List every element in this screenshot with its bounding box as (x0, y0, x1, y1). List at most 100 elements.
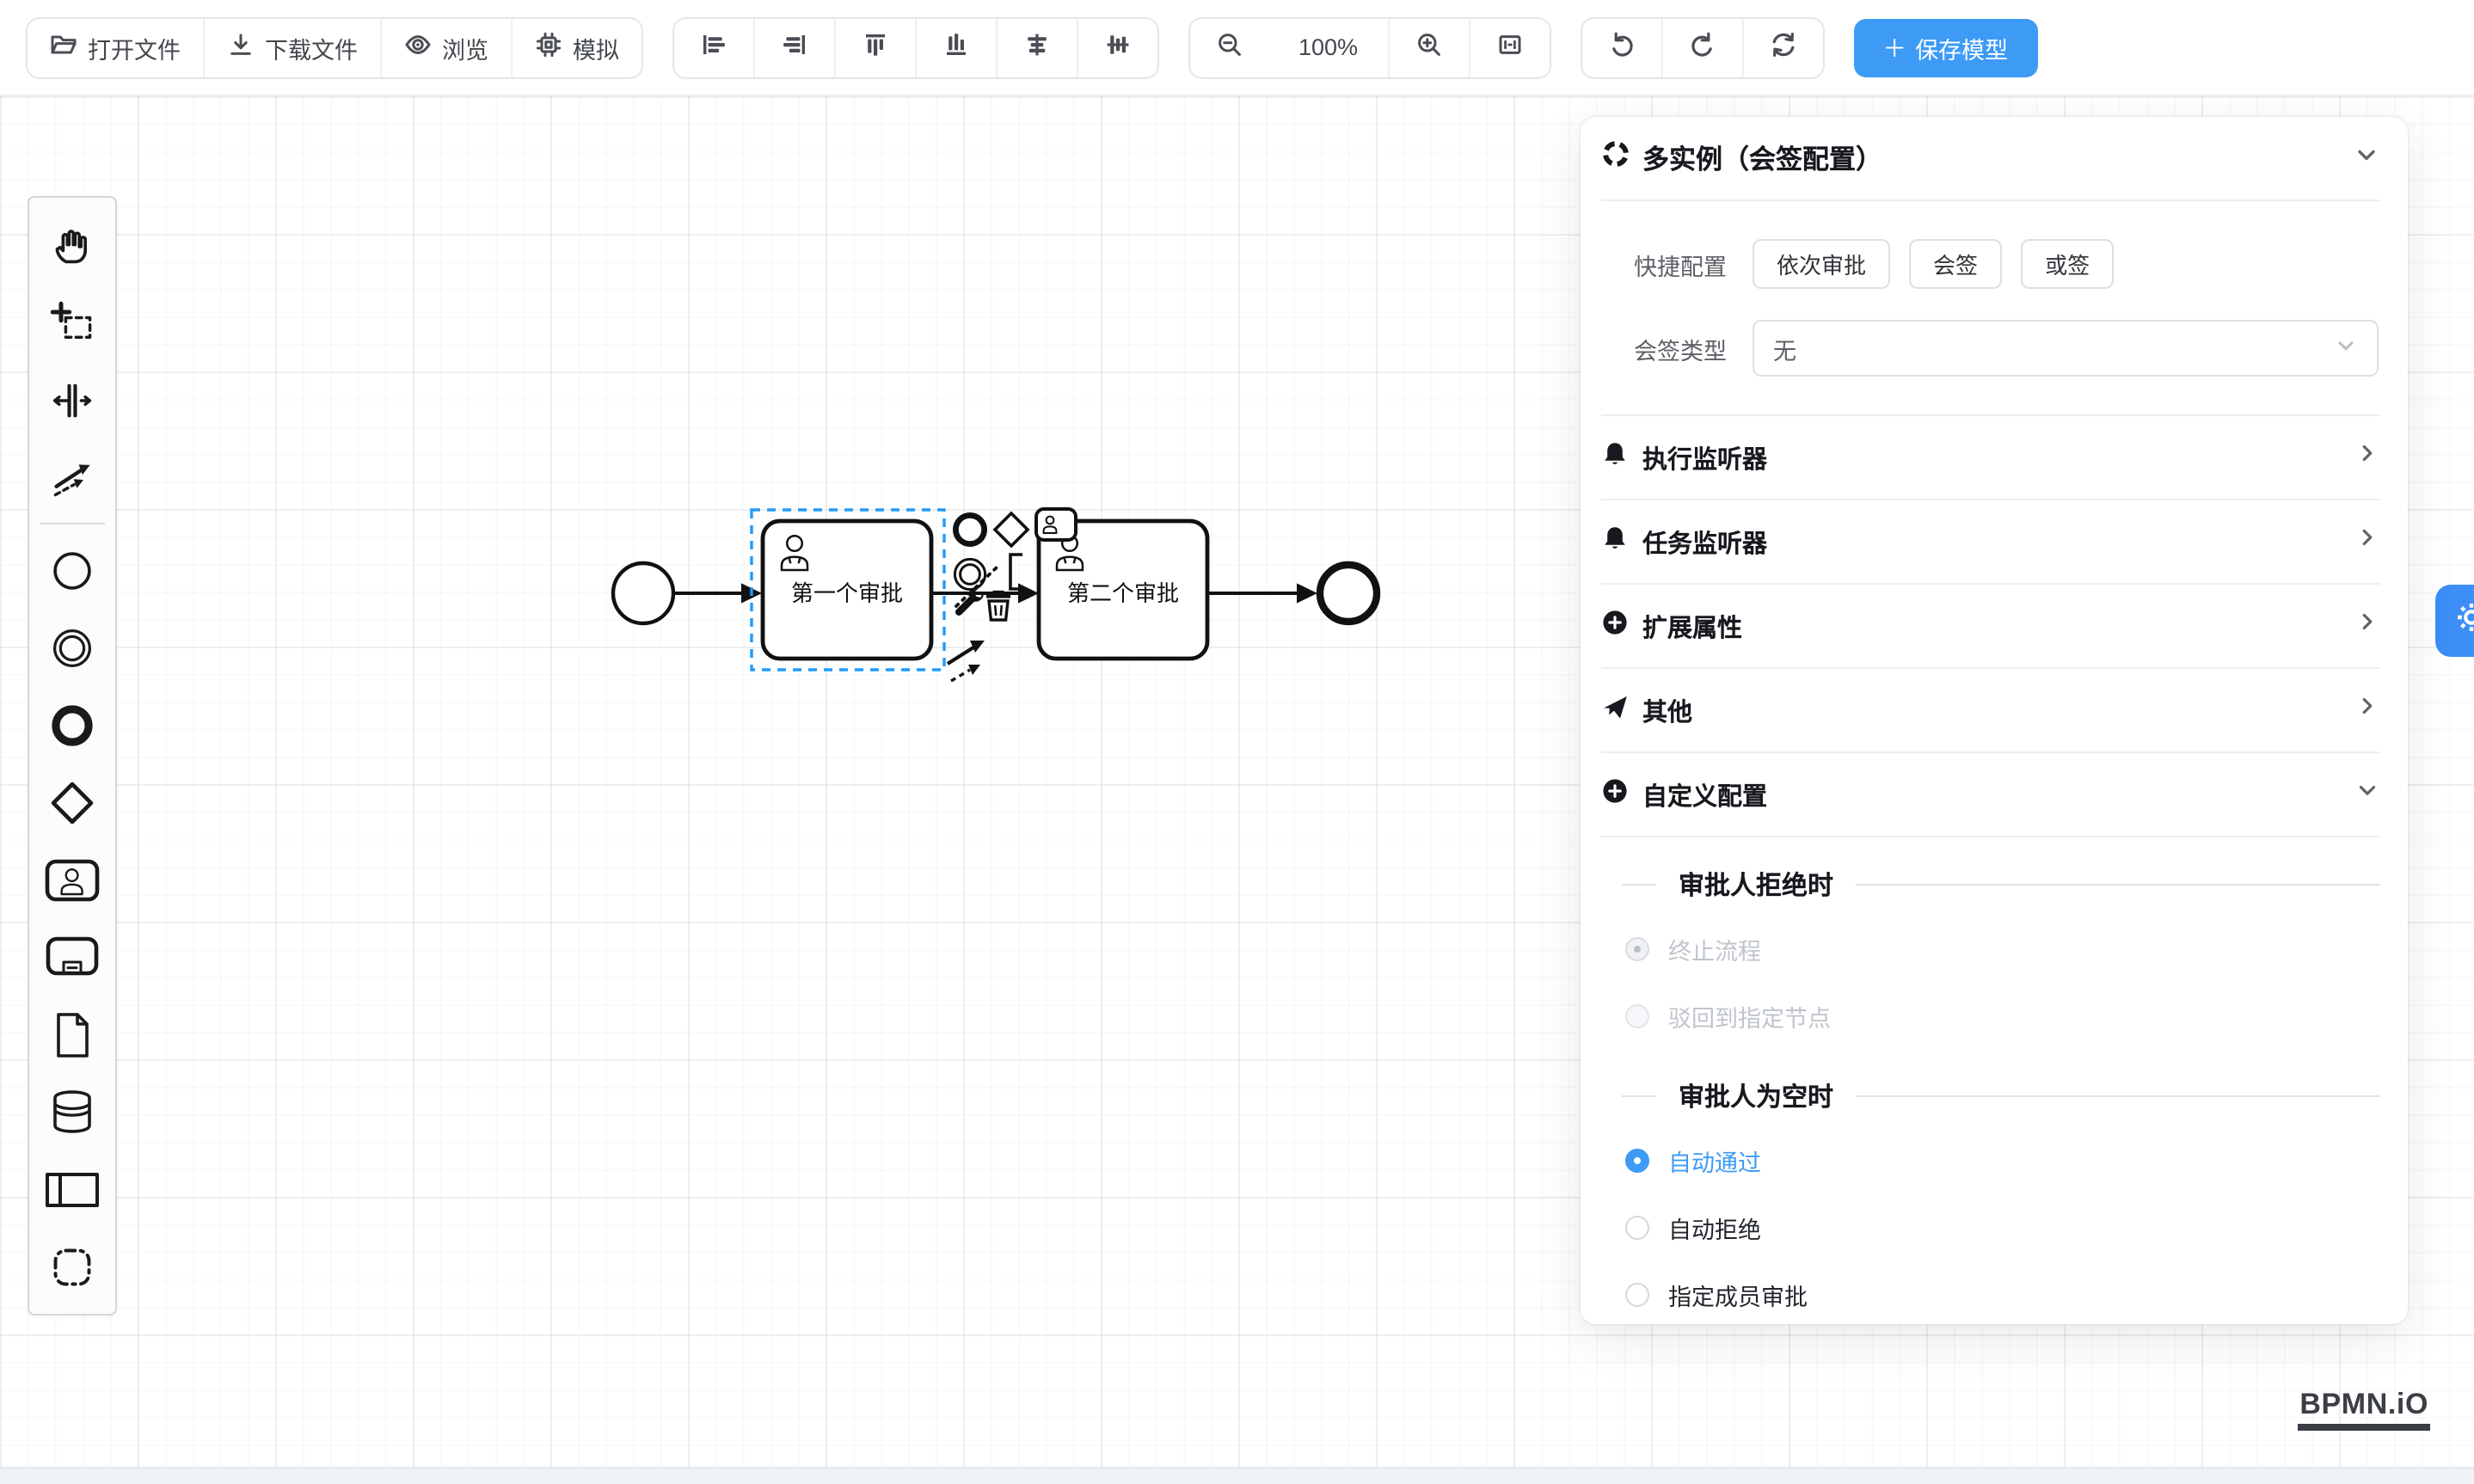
bpmn-io-watermark[interactable]: BPMN.iO (2298, 1390, 2430, 1431)
open-file-label: 打开文件 (88, 30, 181, 64)
radio-auto-pass[interactable]: 自动通过 (1601, 1126, 2380, 1193)
radio-icon[interactable] (1625, 1215, 1649, 1239)
eye-icon (404, 31, 432, 64)
palette (28, 196, 117, 1315)
task-1-label: 第一个审批 (791, 580, 903, 606)
undo-icon (1607, 31, 1635, 64)
sign-type-select[interactable]: 无 (1753, 320, 2379, 377)
simulate-label: 模拟 (573, 30, 619, 64)
multi-instance-icon (1601, 139, 1630, 177)
undo-button[interactable] (1581, 18, 1661, 77)
end-event-shape[interactable] (1320, 565, 1377, 622)
quick-config-label: 快捷配置 (1601, 247, 1753, 281)
chevron-down-icon[interactable] (2353, 140, 2380, 176)
intermediate-event[interactable] (29, 609, 115, 686)
settings-side-tab[interactable] (2435, 585, 2474, 657)
chevron-right-icon (2354, 524, 2380, 559)
user-task[interactable] (29, 841, 115, 918)
gateway[interactable] (29, 763, 115, 841)
radio-icon[interactable] (1625, 1282, 1649, 1306)
quick-config-sequential-button[interactable]: 依次审批 (1753, 239, 1890, 289)
start-event-shape[interactable] (613, 563, 673, 623)
align-top-button[interactable] (834, 18, 915, 77)
sign-type-row: 会签类型 无 (1601, 320, 2380, 377)
align-bottom-button[interactable] (915, 18, 996, 77)
quick-config-countersign-button[interactable]: 会签 (1909, 239, 2002, 289)
fit-viewport-icon (1495, 31, 1523, 64)
space-tool[interactable] (29, 361, 115, 438)
hand-tool[interactable] (29, 206, 115, 284)
group[interactable] (29, 1228, 115, 1305)
data-store[interactable] (29, 1073, 115, 1150)
end-event[interactable] (29, 686, 115, 763)
zoom-in-icon (1415, 31, 1442, 64)
append-end-event-icon[interactable] (955, 515, 984, 543)
section-label: 其他 (1642, 692, 1692, 728)
align-center-vertical-button[interactable] (1077, 18, 1157, 77)
align-button-group (672, 16, 1159, 78)
folder-open-icon (50, 31, 77, 64)
fit-viewport-button[interactable] (1468, 18, 1549, 77)
append-user-task-icon[interactable] (1036, 509, 1076, 540)
restart-button[interactable] (1741, 18, 1822, 77)
zoom-button-group: 100% (1188, 16, 1550, 78)
file-button-group: 打开文件 下载文件 浏览 模拟 (26, 16, 643, 78)
align-right-button[interactable] (753, 18, 834, 77)
history-button-group (1580, 16, 1824, 78)
download-file-button[interactable]: 下载文件 (203, 18, 380, 77)
zoom-in-button[interactable] (1387, 18, 1468, 77)
sign-type-value: 无 (1773, 331, 1796, 365)
simulate-button[interactable]: 模拟 (511, 18, 642, 77)
task-2-label: 第二个审批 (1067, 580, 1179, 606)
append-text-annotation-icon[interactable] (1010, 555, 1022, 589)
radio-terminate-process[interactable]: 终止流程 (1601, 915, 2380, 982)
radio-icon[interactable] (1625, 1003, 1649, 1027)
redo-icon (1688, 31, 1716, 64)
send-icon (1601, 692, 1629, 728)
bell-icon (1601, 524, 1629, 560)
data-object[interactable] (29, 996, 115, 1073)
save-model-button[interactable]: ＋ 保存模型 (1853, 18, 2037, 77)
user-task-1[interactable]: 第一个审批 (763, 521, 931, 659)
divider (1856, 1095, 2380, 1097)
zoom-out-icon (1216, 31, 1243, 64)
section-execution-listener[interactable]: 执行监听器 (1601, 416, 2380, 499)
append-gateway-icon[interactable] (995, 513, 1028, 546)
delete-trash-icon[interactable] (986, 592, 1010, 620)
section-label: 扩展属性 (1642, 608, 1742, 644)
save-model-label: 保存模型 (1915, 30, 2008, 64)
redo-button[interactable] (1661, 18, 1741, 77)
open-file-button[interactable]: 打开文件 (28, 18, 203, 77)
custom-config-area: 审批人拒绝时 终止流程 驳回到指定节点 审批人为空时 自动通过 (1601, 837, 2380, 1324)
preview-button[interactable]: 浏览 (380, 18, 511, 77)
connect-arrows-icon[interactable] (948, 641, 985, 681)
participant[interactable] (29, 1150, 115, 1228)
quick-config-orsign-button[interactable]: 或签 (2021, 239, 2114, 289)
bell-icon (1601, 439, 1629, 475)
radio-icon[interactable] (1625, 1148, 1649, 1172)
horizontal-scrollbar[interactable] (0, 1467, 2474, 1484)
empty-heading: 审批人为空时 (1601, 1078, 2380, 1114)
global-connect-tool[interactable] (29, 438, 115, 516)
zoom-out-button[interactable] (1190, 18, 1269, 77)
preview-label: 浏览 (442, 30, 488, 64)
radio-auto-reject[interactable]: 自动拒绝 (1601, 1193, 2380, 1260)
radio-assign-member[interactable]: 指定成员审批 (1601, 1260, 2380, 1324)
section-task-listener[interactable]: 任务监听器 (1601, 500, 2380, 583)
align-left-button[interactable] (674, 18, 753, 77)
append-intermediate-event-icon[interactable] (955, 559, 985, 589)
multi-instance-header[interactable]: 多实例（会签配置） (1601, 117, 2380, 199)
section-extended-properties[interactable]: 扩展属性 (1601, 585, 2380, 667)
section-other[interactable]: 其他 (1601, 669, 2380, 751)
chevron-right-icon (2354, 609, 2380, 643)
radio-icon[interactable] (1625, 936, 1649, 960)
reject-heading: 审批人拒绝时 (1601, 867, 2380, 903)
radio-return-to-node[interactable]: 驳回到指定节点 (1601, 982, 2380, 1049)
sub-process[interactable] (29, 918, 115, 996)
align-center-horizontal-button[interactable] (996, 18, 1077, 77)
section-custom-config[interactable]: 自定义配置 (1601, 753, 2380, 836)
download-file-label: 下载文件 (265, 30, 358, 64)
align-center-vertical-icon (1104, 31, 1132, 64)
lasso-tool[interactable] (29, 284, 115, 361)
start-event[interactable] (29, 531, 115, 609)
